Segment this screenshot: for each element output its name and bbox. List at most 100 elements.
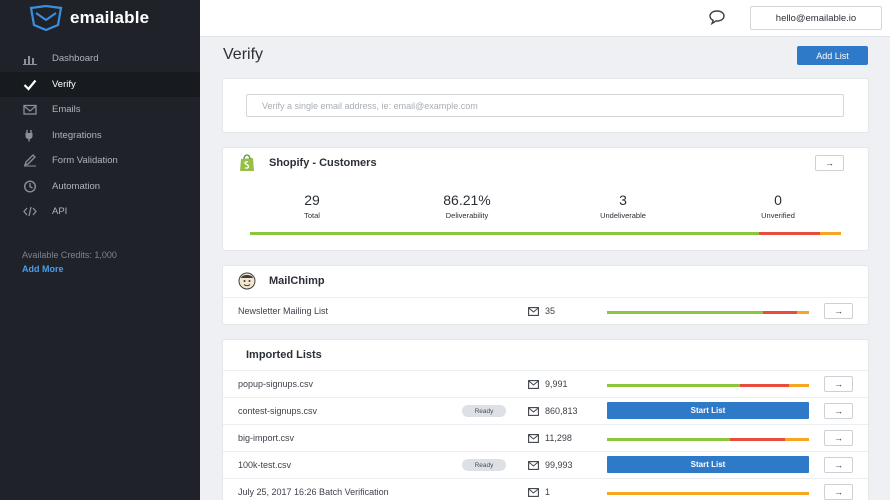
bar-segment-unknown bbox=[820, 232, 841, 235]
envelope-icon bbox=[528, 433, 539, 443]
arrow-right-icon: → bbox=[834, 433, 843, 443]
stat-deliverability-label: Deliverability bbox=[445, 211, 489, 220]
pencil-icon bbox=[22, 154, 38, 168]
list-count: 1 bbox=[528, 487, 550, 497]
stat-undeliverable: 3 Undeliverable bbox=[563, 192, 683, 220]
bar-segment-deliverable bbox=[607, 438, 731, 441]
add-more-link[interactable]: Add More bbox=[22, 264, 64, 274]
arrow-right-icon: → bbox=[834, 406, 843, 416]
stat-deliverability-value: 86.21% bbox=[443, 192, 491, 208]
verify-email-input[interactable] bbox=[246, 94, 844, 117]
stat-unverified-label: Unverified bbox=[761, 211, 795, 220]
list-count-value: 860,813 bbox=[545, 406, 578, 416]
bar-segment-unknown bbox=[788, 384, 809, 387]
imported-lists-card: Imported Lists popup-signups.csv 9,991 → co… bbox=[223, 340, 868, 500]
status-badge: Ready bbox=[462, 405, 506, 417]
shopify-card-header: Shopify - Customers bbox=[223, 148, 868, 178]
sidebar-item-label: Verify bbox=[52, 78, 76, 90]
list-row: big-import.csv 11,298 → bbox=[223, 424, 868, 451]
sidebar-nav: Dashboard Verify Emails Integrations Form Va… bbox=[0, 46, 200, 225]
verify-single-card bbox=[223, 79, 868, 132]
shopify-deliverability-bar bbox=[250, 232, 841, 235]
sidebar-item-form-validation[interactable]: Form Validation bbox=[0, 148, 200, 174]
bar-segment-deliverable bbox=[607, 311, 763, 314]
sidebar-item-label: Automation bbox=[52, 180, 101, 192]
stat-unverified-value: 0 bbox=[774, 192, 782, 208]
shopify-card: Shopify - Customers → 29 Total 86.21% De… bbox=[223, 148, 868, 250]
clock-icon bbox=[22, 179, 38, 193]
mailchimp-card-header: MailChimp bbox=[223, 266, 868, 296]
bar-segment-undeliverable bbox=[740, 384, 789, 387]
start-list-button[interactable]: Start List bbox=[607, 456, 809, 473]
sidebar-item-label: Dashboard bbox=[52, 53, 99, 65]
sidebar-item-label: API bbox=[52, 206, 68, 218]
list-name: 100k-test.csv bbox=[238, 460, 292, 470]
arrow-right-icon: → bbox=[834, 306, 843, 316]
arrow-right-icon: → bbox=[834, 487, 843, 497]
bar-segment-deliverable bbox=[250, 232, 760, 235]
available-credits: Available Credits: 1,000 bbox=[22, 250, 117, 260]
bar-segment-unknown bbox=[796, 311, 809, 314]
sidebar-item-dashboard[interactable]: Dashboard bbox=[0, 46, 200, 72]
check-icon bbox=[22, 77, 38, 91]
list-count: 860,813 bbox=[528, 406, 578, 416]
deliverability-bar bbox=[607, 311, 809, 314]
emailable-logo-icon bbox=[29, 5, 63, 31]
stat-total: 29 Total bbox=[252, 192, 372, 220]
shopify-open-button[interactable]: → bbox=[815, 155, 844, 171]
list-row: contest-signups.csv Ready 860,813 Start Lis… bbox=[223, 397, 868, 424]
list-count-value: 35 bbox=[545, 306, 556, 316]
list-count-value: 9,991 bbox=[545, 379, 568, 389]
user-account-button[interactable]: hello@emailable.io bbox=[750, 6, 882, 30]
bar-segment-undeliverable bbox=[730, 438, 785, 441]
bar-chart-icon bbox=[22, 52, 38, 66]
envelope-icon bbox=[528, 306, 539, 316]
open-list-button[interactable]: → bbox=[824, 484, 853, 500]
deliverability-bar bbox=[607, 384, 809, 387]
bar-segment-unknown bbox=[607, 492, 809, 495]
open-list-button[interactable]: → bbox=[824, 376, 853, 392]
bar-segment-undeliverable bbox=[762, 311, 797, 314]
list-row: July 25, 2017 16:26 Batch Verification 1 → bbox=[223, 478, 868, 500]
open-list-button[interactable]: → bbox=[824, 457, 853, 473]
list-row: Newsletter Mailing List 35 → bbox=[223, 297, 868, 324]
sidebar-item-api[interactable]: API bbox=[0, 199, 200, 225]
deliverability-bar bbox=[607, 438, 809, 441]
mailchimp-card: MailChimp Newsletter Mailing List 35 → bbox=[223, 266, 868, 324]
sidebar-item-label: Integrations bbox=[52, 129, 102, 141]
open-list-button[interactable]: → bbox=[824, 403, 853, 419]
bar-segment-deliverable bbox=[607, 384, 741, 387]
sidebar-item-integrations[interactable]: Integrations bbox=[0, 123, 200, 149]
stat-total-label: Total bbox=[304, 211, 320, 220]
stat-deliverability: 86.21% Deliverability bbox=[407, 192, 527, 220]
list-name: Newsletter Mailing List bbox=[238, 306, 329, 316]
stat-undeliverable-value: 3 bbox=[619, 192, 627, 208]
start-list-button[interactable]: Start List bbox=[607, 402, 809, 419]
page-title: Verify bbox=[223, 46, 264, 63]
list-count: 9,991 bbox=[528, 379, 568, 389]
envelope-icon bbox=[528, 406, 539, 416]
status-badge: Ready bbox=[462, 459, 506, 471]
sidebar-item-verify[interactable]: Verify bbox=[0, 71, 200, 97]
list-name: popup-signups.csv bbox=[238, 379, 314, 389]
list-count: 35 bbox=[528, 306, 555, 316]
envelope-icon bbox=[528, 460, 539, 470]
brand[interactable]: emailable bbox=[0, 0, 200, 36]
stat-total-value: 29 bbox=[304, 192, 320, 208]
open-list-button[interactable]: → bbox=[824, 303, 853, 319]
list-row: popup-signups.csv 9,991 → bbox=[223, 370, 868, 397]
sidebar-item-automation[interactable]: Automation bbox=[0, 174, 200, 200]
brand-name: emailable bbox=[70, 8, 150, 27]
chat-bubble-icon[interactable] bbox=[708, 9, 726, 25]
open-list-button[interactable]: → bbox=[824, 430, 853, 446]
plug-icon bbox=[22, 128, 38, 142]
add-list-button[interactable]: Add List bbox=[797, 46, 868, 65]
sidebar: emailable Dashboard Verify Emails Integrati… bbox=[0, 0, 200, 500]
stat-unverified: 0 Unverified bbox=[718, 192, 838, 220]
topbar: hello@emailable.io bbox=[200, 0, 890, 37]
list-count-value: 11,298 bbox=[545, 433, 572, 443]
arrow-right-icon: → bbox=[834, 379, 843, 389]
list-count: 99,993 bbox=[528, 460, 573, 470]
sidebar-item-emails[interactable]: Emails bbox=[0, 97, 200, 123]
shopify-logo-icon bbox=[240, 154, 254, 171]
